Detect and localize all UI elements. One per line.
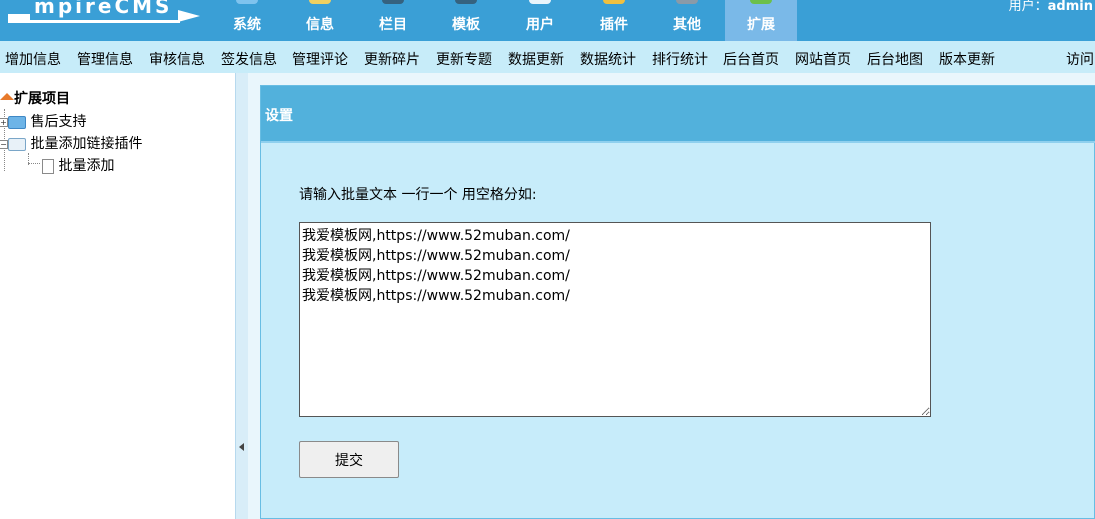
tree-leaf-bulk-add[interactable]: 批量添加 [42, 155, 114, 175]
user-icon [529, 0, 551, 4]
bulk-text-input[interactable] [299, 222, 931, 417]
main-content: 设置 请输入批量文本 一行一个 用空格分如: 提交 [248, 73, 1095, 519]
folder-open-icon [8, 137, 26, 151]
other-icon [676, 0, 698, 4]
quick-menu: 增加信息 管理信息 审核信息 签发信息 管理评论 更新碎片 更新专题 数据更新 … [0, 41, 1095, 73]
column-icon [382, 0, 404, 4]
menu-data-update[interactable]: 数据更新 [508, 49, 564, 69]
menu-update-topics[interactable]: 更新专题 [436, 49, 492, 69]
logo-text: mpireCMS [34, 0, 173, 18]
system-icon [236, 0, 258, 4]
tree-leaf-label: 批量添加 [58, 158, 115, 174]
tree-node-label: 批量添加链接插件 [30, 136, 143, 152]
nav-user[interactable]: 用户 [504, 0, 576, 41]
document-icon [42, 158, 54, 174]
menu-sign-info[interactable]: 签发信息 [221, 49, 277, 69]
instruction-text: 请输入批量文本 一行一个 用空格分如: [299, 187, 537, 203]
menu-manage-info[interactable]: 管理信息 [77, 49, 133, 69]
collapse-arrow-icon[interactable] [239, 443, 244, 451]
menu-version-update[interactable]: 版本更新 [939, 49, 995, 69]
menu-admin-home[interactable]: 后台首页 [723, 49, 779, 69]
menu-admin-map[interactable]: 后台地图 [867, 49, 923, 69]
user-label: 用户： [1008, 0, 1048, 14]
info-icon [309, 0, 331, 4]
nav-system[interactable]: 系统 [211, 0, 283, 41]
nav-extend[interactable]: 扩展 [725, 0, 797, 41]
sidebar-tree: 扩展项目 + 售后支持 − 批量添加链接插件 批量添加 [0, 73, 235, 519]
settings-panel: 设置 请输入批量文本 一行一个 用空格分如: 提交 [260, 85, 1095, 519]
logo-arrow-icon [178, 10, 200, 22]
menu-add-info[interactable]: 增加信息 [5, 49, 61, 69]
extend-icon [750, 0, 772, 4]
nav-other[interactable]: 其他 [651, 0, 723, 41]
tree-node-bulk-link-plugin[interactable]: − 批量添加链接插件 [0, 133, 142, 153]
nav-column[interactable]: 栏目 [357, 0, 429, 41]
tree-root[interactable]: 扩展项目 [0, 88, 70, 108]
nav-template[interactable]: 模板 [430, 0, 502, 41]
menu-manage-comments[interactable]: 管理评论 [292, 49, 348, 69]
menu-ranking-stats[interactable]: 排行统计 [652, 49, 708, 69]
panel-header: 设置 [261, 86, 1095, 143]
logo-underline [8, 20, 180, 23]
panel-title: 设置 [265, 108, 293, 124]
menu-site-home[interactable]: 网站首页 [795, 49, 851, 69]
sidebar-splitter[interactable] [235, 73, 248, 519]
folder-icon [8, 115, 26, 129]
user-name: admin [1047, 0, 1093, 14]
nav-plugin[interactable]: 插件 [578, 0, 650, 41]
tree-connector [28, 153, 29, 165]
tree-node-support[interactable]: + 售后支持 [0, 111, 86, 131]
template-icon [455, 0, 477, 4]
collapse-icon[interactable]: − [0, 139, 8, 149]
home-icon [0, 92, 14, 100]
plugin-icon [603, 0, 625, 4]
menu-visit[interactable]: 访问 [1066, 49, 1094, 69]
menu-data-stats[interactable]: 数据统计 [580, 49, 636, 69]
menu-update-fragments[interactable]: 更新碎片 [364, 49, 420, 69]
tree-node-label: 售后支持 [30, 114, 87, 130]
user-info: 用户：admin [1009, 0, 1093, 14]
tree-connector [28, 163, 40, 164]
top-header: mpireCMS 系统 信息 栏目 模板 用户 插件 其他 扩展 用户：admi… [0, 0, 1095, 41]
expand-icon[interactable]: + [0, 117, 8, 127]
nav-info[interactable]: 信息 [284, 0, 356, 41]
menu-review-info[interactable]: 审核信息 [149, 49, 205, 69]
tree-root-label: 扩展项目 [14, 91, 70, 107]
submit-button[interactable]: 提交 [299, 441, 399, 478]
